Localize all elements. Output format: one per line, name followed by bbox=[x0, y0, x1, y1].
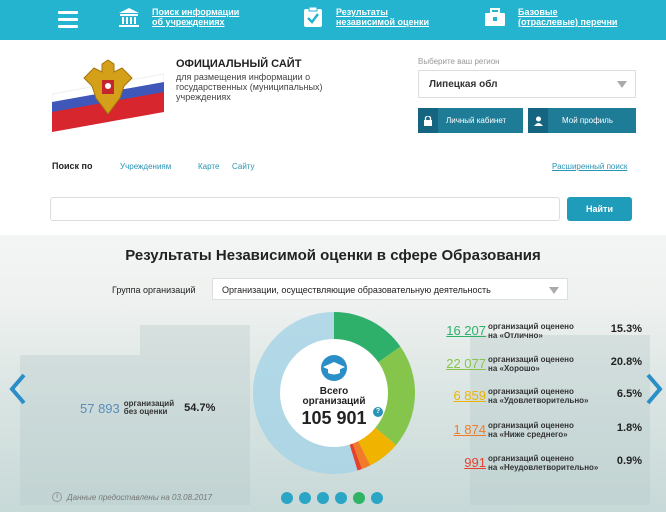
unrated-text-line: без оценки bbox=[123, 407, 168, 416]
rating-text: организаций оценено на «Ниже среднего» bbox=[488, 421, 574, 439]
region-select[interactable]: Липецкая обл bbox=[418, 70, 636, 98]
data-date-note: i Данные предоставлены на 03.08.2017 bbox=[52, 492, 212, 502]
slider-dot[interactable] bbox=[371, 492, 383, 504]
nav-label: независимой оценки bbox=[336, 17, 429, 27]
user-icon bbox=[528, 108, 548, 133]
chevron-down-icon bbox=[617, 81, 627, 88]
chevron-left-icon[interactable] bbox=[8, 372, 28, 406]
rating-text-line: на «Отлично» bbox=[488, 331, 543, 340]
rating-count: 6 859 bbox=[453, 388, 486, 403]
rating-percent: 15.3% bbox=[610, 323, 642, 335]
unrated-text: организаций без оценки bbox=[124, 400, 174, 416]
unrated-percent: 54.7% bbox=[184, 402, 216, 414]
group-select[interactable]: Организации, осуществляющие образователь… bbox=[212, 278, 568, 300]
search-tab-site[interactable]: Сайту bbox=[232, 162, 255, 171]
info-icon: i bbox=[52, 492, 62, 502]
slider-dot[interactable] bbox=[353, 492, 365, 504]
advanced-search-link[interactable]: Расширенный поиск bbox=[552, 162, 627, 171]
clipboard-check-icon bbox=[304, 6, 322, 27]
rating-count: 1 874 bbox=[453, 422, 486, 437]
slider-dot[interactable] bbox=[335, 492, 347, 504]
region-value: Липецкая обл bbox=[429, 79, 498, 90]
unrated-count: 57 893 bbox=[80, 400, 120, 416]
rating-text-line: организаций оценено bbox=[488, 322, 574, 331]
search-input[interactable] bbox=[50, 197, 560, 221]
coat-of-arms-logo[interactable] bbox=[52, 54, 164, 134]
rating-text: организаций оценено на «Хорошо» bbox=[488, 355, 574, 373]
rating-percent: 6.5% bbox=[616, 388, 642, 400]
briefcase-icon bbox=[485, 8, 505, 26]
chevron-down-icon bbox=[549, 287, 559, 294]
region-label: Выберите ваш регион bbox=[418, 57, 500, 66]
rating-text: организаций оценено на «Неудовлетворитель… bbox=[488, 454, 598, 472]
nav-independent-results[interactable]: Результаты независимой оценки bbox=[302, 6, 429, 28]
search-by-label: Поиск по bbox=[52, 161, 93, 171]
site-title: ОФИЦИАЛЬНЫЙ САЙТ bbox=[176, 58, 302, 70]
rating-text: организаций оценено на «Отлично» bbox=[488, 322, 574, 340]
total-value: 105 901 bbox=[301, 408, 367, 428]
rating-text-line: организаций оценено bbox=[488, 421, 574, 430]
rating-count: 991 bbox=[464, 455, 486, 470]
rating-text-line: на «Неудовлетворительно» bbox=[488, 463, 599, 472]
info-icon[interactable]: ? bbox=[373, 407, 383, 417]
nav-label: об учреждениях bbox=[152, 17, 225, 27]
search-tab-institutions[interactable]: Учреждениям bbox=[120, 162, 171, 171]
rating-percent: 0.9% bbox=[616, 455, 642, 467]
unrated-stat: 57 893 организаций без оценки 54.7% bbox=[80, 400, 215, 416]
top-nav-bar: Поиск информации об учреждениях Результа… bbox=[0, 0, 666, 40]
nav-label: Результаты bbox=[336, 7, 388, 17]
site-subtitle: для размещения информации о государствен… bbox=[176, 72, 323, 102]
background-image bbox=[20, 355, 140, 505]
lock-icon bbox=[418, 108, 438, 133]
nav-label: Базовые bbox=[518, 7, 558, 17]
rating-text-line: организаций оценено bbox=[488, 355, 574, 364]
rating-row[interactable]: 1 874 организаций оценено на «Ниже среднег… bbox=[410, 419, 650, 443]
nav-label: Поиск информации bbox=[152, 7, 240, 17]
search-section: Поиск по Учреждениям Карте Сайту Расшире… bbox=[0, 150, 666, 235]
rating-row[interactable]: 16 207 организаций оценено на «Отлично» 15.… bbox=[410, 320, 650, 344]
nav-base-lists[interactable]: Базовые (отраслевые) перечни bbox=[484, 6, 617, 28]
profile-label: Мой профиль bbox=[562, 116, 614, 125]
search-tab-map[interactable]: Карте bbox=[198, 162, 219, 171]
slider-pagination bbox=[281, 492, 389, 504]
my-profile-button[interactable]: Мой профиль bbox=[528, 108, 636, 133]
results-title: Результаты Независимой оценки в сфере Об… bbox=[125, 247, 541, 264]
slider-dot[interactable] bbox=[281, 492, 293, 504]
rating-text-line: на «Хорошо» bbox=[488, 364, 540, 373]
personal-cabinet-button[interactable]: Личный кабинет bbox=[418, 108, 523, 133]
rating-row[interactable]: 22 077 организаций оценено на «Хорошо» 20.8… bbox=[410, 353, 650, 377]
site-header: ОФИЦИАЛЬНЫЙ САЙТ для размещения информац… bbox=[0, 40, 666, 150]
rating-row[interactable]: 6 859 организаций оценено на «Удовлетворит… bbox=[410, 385, 650, 409]
nav-search-institutions[interactable]: Поиск информации об учреждениях bbox=[118, 6, 239, 28]
graduation-cap-icon bbox=[321, 355, 347, 381]
rating-percent: 1.8% bbox=[616, 422, 642, 434]
building-icon bbox=[119, 8, 139, 27]
rating-row[interactable]: 991 организаций оценено на «Неудовлетворит… bbox=[410, 452, 650, 476]
rating-text-line: организаций оценено bbox=[488, 454, 574, 463]
total-label: Всего организаций bbox=[290, 387, 378, 407]
slider-dot[interactable] bbox=[299, 492, 311, 504]
date-note-text: Данные предоставлены на 03.08.2017 bbox=[67, 492, 213, 502]
rating-text-line: организаций оценено bbox=[488, 387, 574, 396]
group-label: Группа организаций bbox=[112, 285, 196, 295]
cabinet-label: Личный кабинет bbox=[446, 116, 507, 125]
search-button[interactable]: Найти bbox=[567, 197, 632, 221]
results-section: Результаты Независимой оценки в сфере Об… bbox=[0, 235, 666, 512]
rating-text-line: на «Ниже среднего» bbox=[488, 430, 568, 439]
rating-count: 22 077 bbox=[446, 356, 486, 371]
rating-text: организаций оценено на «Удовлетворительно… bbox=[488, 387, 588, 405]
group-value: Организации, осуществляющие образователь… bbox=[222, 285, 491, 295]
total-label-line: организаций bbox=[302, 396, 366, 407]
rating-text-line: на «Удовлетворительно» bbox=[488, 396, 589, 405]
menu-icon[interactable] bbox=[58, 11, 78, 29]
rating-percent: 20.8% bbox=[610, 356, 642, 368]
rating-count: 16 207 bbox=[446, 323, 486, 338]
nav-label: (отраслевые) перечни bbox=[518, 17, 618, 27]
slider-dot[interactable] bbox=[317, 492, 329, 504]
